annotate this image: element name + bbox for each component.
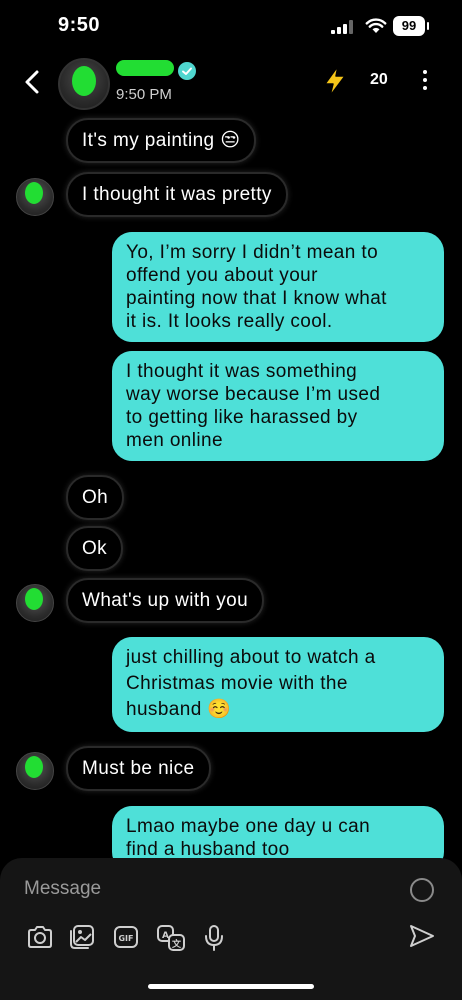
battery-indicator: 99 [393,16,429,36]
message-composer: Message GIF A 文 [0,858,462,1000]
gif-icon[interactable]: GIF [112,924,140,950]
message-bubble-received[interactable]: What's up with you [66,578,265,623]
camera-icon[interactable] [26,924,54,950]
verified-badge-icon [178,62,196,80]
chat-header: 9:50 PM 20 [0,54,462,110]
lightning-bolt-icon[interactable] [320,64,350,98]
status-bar: 9:50 99 [0,0,462,54]
message-bubble-received[interactable]: Oh [66,475,125,520]
back-chevron-icon[interactable] [20,68,44,96]
message-bubble-received[interactable]: Must be nice [66,746,211,791]
contact-avatar[interactable] [58,58,110,110]
home-indicator[interactable] [148,984,314,989]
translate-icon[interactable]: A 文 [156,924,186,952]
gallery-icon[interactable] [68,924,96,950]
sender-avatar[interactable] [16,752,54,790]
message-bubble-sent[interactable]: Yo, I’m sorry I didn’t mean to offend yo… [112,232,444,342]
message-bubble-received[interactable]: I thought it was pretty [66,172,288,217]
header-timestamp: 9:50 PM [116,86,172,103]
sender-avatar[interactable] [16,584,54,622]
sender-avatar[interactable] [16,178,54,216]
message-bubble-sent[interactable]: just chilling about to watch a Christmas… [112,637,444,732]
microphone-icon[interactable] [202,924,226,952]
send-icon[interactable] [408,922,436,950]
message-bubble-received[interactable]: It's my painting 😒 [66,118,257,163]
signal-icon [331,20,353,34]
status-time: 9:50 [58,14,101,36]
streak-count: 20 [370,71,388,88]
svg-text:A: A [162,931,169,941]
message-bubble-received[interactable]: Ok [66,526,124,571]
contact-name-redacted[interactable] [116,60,174,76]
record-circle-icon[interactable] [410,878,434,902]
wifi-icon [365,18,387,33]
svg-text:文: 文 [171,938,182,950]
message-bubble-sent[interactable]: I thought it was something way worse bec… [112,351,444,461]
message-input[interactable]: Message [24,878,101,900]
more-options-icon[interactable] [420,70,430,94]
svg-text:GIF: GIF [118,934,133,943]
